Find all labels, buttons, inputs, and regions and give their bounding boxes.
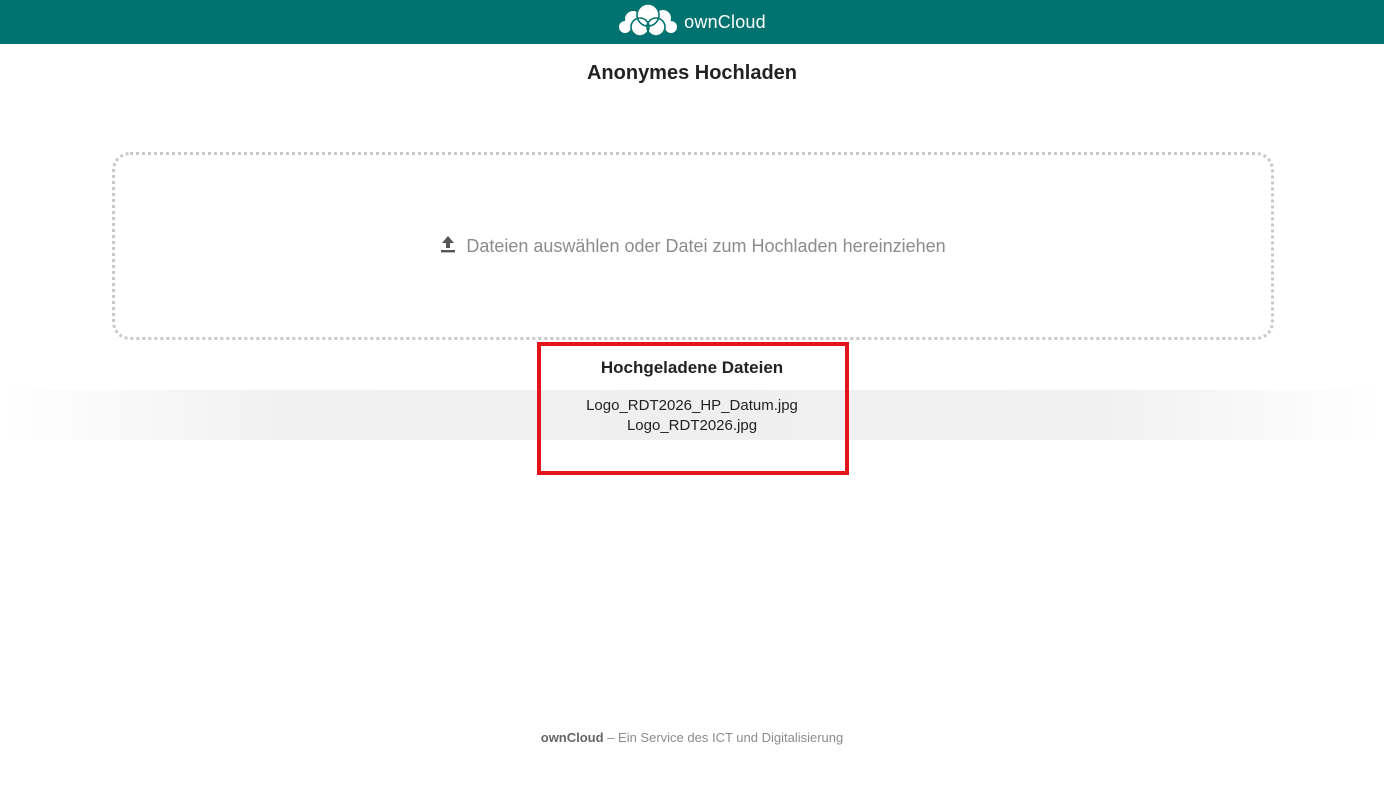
dropzone-label[interactable]: Dateien auswählen oder Datei zum Hochlad… [466,236,945,257]
brand-name: ownCloud [684,11,766,32]
upload-icon [440,235,456,258]
brand-logo[interactable]: ownCloud [618,2,766,42]
highlight-annotation-box [537,342,849,475]
dropzone-content[interactable]: Dateien auswählen oder Datei zum Hochlad… [440,235,946,258]
footer-brand[interactable]: ownCloud [541,730,604,745]
page-title: Anonymes Hochladen [586,62,798,84]
upload-dropzone[interactable]: Dateien auswählen oder Datei zum Hochlad… [112,152,1274,340]
top-header-bar: ownCloud [0,0,1384,44]
footer-text: – Ein Service des ICT und Digitalisierun… [603,730,844,745]
page-footer: ownCloud – Ein Service des ICT und Digit… [0,730,1384,745]
cloud-icon [618,2,678,42]
